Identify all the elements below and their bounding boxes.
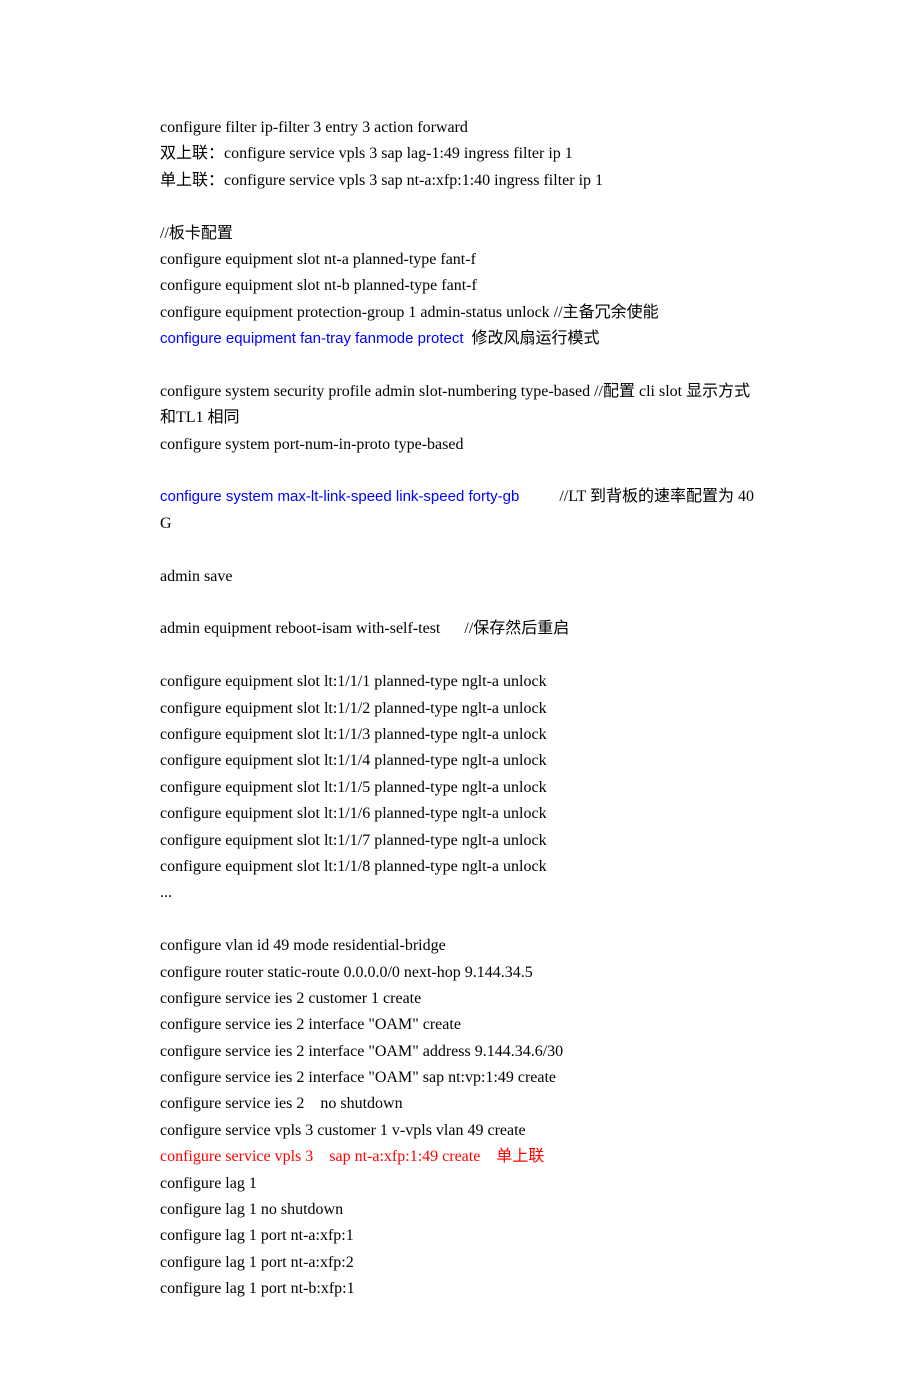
inline-comment: //保存然后重启 bbox=[464, 620, 569, 637]
inline-comment: 修改风扇运行模式 bbox=[464, 330, 600, 347]
highlighted-cmd-red: configure service vpls 3 sap nt-a:xfp:1:… bbox=[160, 1148, 496, 1165]
config-line: configure lag 1 port nt-a:xfp:2 bbox=[160, 1250, 760, 1276]
config-line: configure equipment slot nt-a planned-ty… bbox=[160, 247, 760, 273]
config-line: configure system max-lt-link-speed link-… bbox=[160, 484, 760, 537]
config-line: configure equipment slot lt:1/1/8 planne… bbox=[160, 854, 760, 880]
comment-line: //板卡配置 bbox=[160, 221, 760, 247]
document-page: configure filter ip-filter 3 entry 3 act… bbox=[0, 0, 920, 1383]
highlighted-cmd: configure system max-lt-link-speed link-… bbox=[160, 488, 519, 505]
config-line: configure service vpls 3 sap nt-a:xfp:1:… bbox=[160, 1144, 760, 1170]
blank-line bbox=[160, 458, 760, 484]
config-line: admin save bbox=[160, 564, 760, 590]
cmd-text: configure equipment protection-group 1 a… bbox=[160, 304, 554, 321]
config-line: configure router static-route 0.0.0.0/0 … bbox=[160, 960, 760, 986]
config-line: configure system security profile admin … bbox=[160, 379, 760, 432]
config-line: configure equipment protection-group 1 a… bbox=[160, 300, 760, 326]
config-line: configure filter ip-filter 3 entry 3 act… bbox=[160, 115, 760, 141]
inline-comment: //主备冗余使能 bbox=[554, 304, 659, 321]
config-line: configure equipment slot lt:1/1/6 planne… bbox=[160, 801, 760, 827]
config-line: configure equipment slot lt:1/1/4 planne… bbox=[160, 748, 760, 774]
config-line: configure vlan id 49 mode residential-br… bbox=[160, 933, 760, 959]
config-line: configure lag 1 no shutdown bbox=[160, 1197, 760, 1223]
config-line: configure equipment slot lt:1/1/5 planne… bbox=[160, 775, 760, 801]
blank-line bbox=[160, 537, 760, 563]
ellipsis-line: ... bbox=[160, 880, 760, 906]
config-line: configure service ies 2 interface "OAM" … bbox=[160, 1039, 760, 1065]
blank-line bbox=[160, 590, 760, 616]
config-line: configure equipment slot lt:1/1/7 planne… bbox=[160, 828, 760, 854]
config-line: configure service ies 2 customer 1 creat… bbox=[160, 986, 760, 1012]
blank-line bbox=[160, 643, 760, 669]
config-line: configure lag 1 port nt-a:xfp:1 bbox=[160, 1223, 760, 1249]
inline-note-red: 单上联 bbox=[496, 1148, 544, 1165]
config-line: configure service ies 2 interface "OAM" … bbox=[160, 1065, 760, 1091]
config-line: configure service vpls 3 customer 1 v-vp… bbox=[160, 1118, 760, 1144]
config-line: configure lag 1 bbox=[160, 1171, 760, 1197]
config-line: 双上联：configure service vpls 3 sap lag-1:4… bbox=[160, 141, 760, 167]
config-line: configure equipment slot lt:1/1/3 planne… bbox=[160, 722, 760, 748]
config-line: configure equipment slot nt-b planned-ty… bbox=[160, 273, 760, 299]
config-line: configure service ies 2 no shutdown bbox=[160, 1091, 760, 1117]
config-line: configure equipment slot lt:1/1/2 planne… bbox=[160, 696, 760, 722]
config-line: configure lag 1 port nt-b:xfp:1 bbox=[160, 1276, 760, 1302]
blank-line bbox=[160, 353, 760, 379]
highlighted-cmd: configure equipment fan-tray fanmode pro… bbox=[160, 330, 464, 347]
cmd-text: configure system security profile admin … bbox=[160, 383, 594, 400]
config-line: configure equipment fan-tray fanmode pro… bbox=[160, 326, 760, 352]
config-line: configure equipment slot lt:1/1/1 planne… bbox=[160, 669, 760, 695]
config-line: 单上联：configure service vpls 3 sap nt-a:xf… bbox=[160, 168, 760, 194]
blank-line bbox=[160, 194, 760, 220]
cmd-text: admin equipment reboot-isam with-self-te… bbox=[160, 620, 464, 637]
config-line: configure system port-num-in-proto type-… bbox=[160, 432, 760, 458]
blank-line bbox=[160, 907, 760, 933]
config-line: admin equipment reboot-isam with-self-te… bbox=[160, 616, 760, 642]
config-line: configure service ies 2 interface "OAM" … bbox=[160, 1012, 760, 1038]
